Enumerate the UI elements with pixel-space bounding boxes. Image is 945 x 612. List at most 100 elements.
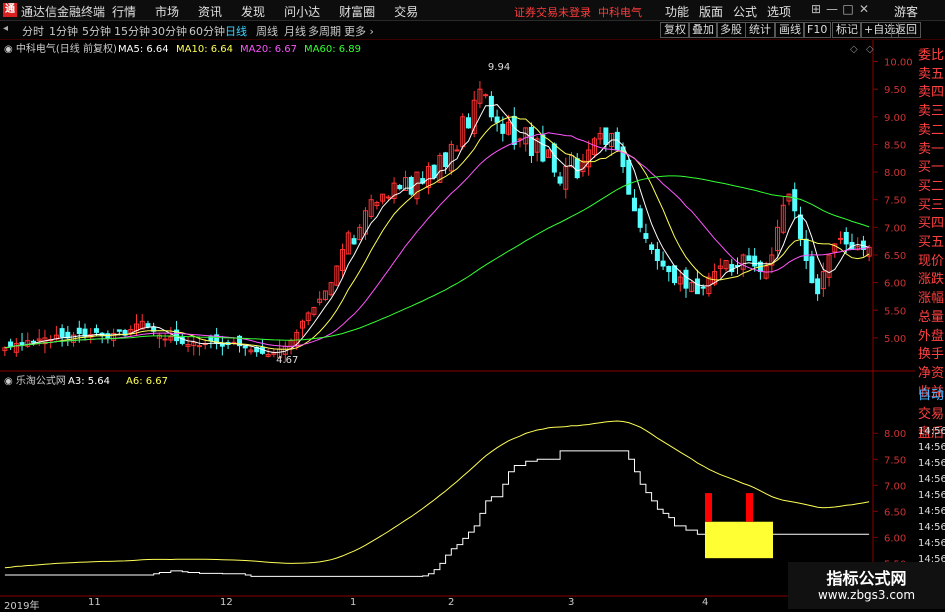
panel-item-15[interactable]: 外盘 [918, 325, 944, 344]
menu-bar: 通 通达信金融终端 行情 市场 资讯 发现 问小达 财富圈 交易 证券交易未登录 中科电气 … [0, 0, 945, 21]
period-tab-6[interactable]: 日线 [225, 23, 247, 39]
panel-item-2[interactable]: 卖四 [918, 81, 944, 100]
panel-time-0: 14:56 [918, 426, 945, 437]
period-tab-9[interactable]: 多周期 [308, 23, 341, 39]
app-title: 通达信金融终端 [21, 5, 106, 19]
panel-item-8[interactable]: 买三 [918, 194, 944, 213]
ma10-line [4, 116, 870, 350]
signal-red-bar-1 [705, 493, 712, 522]
panel-item-0[interactable]: 委比 [918, 44, 944, 63]
panel-item-16[interactable]: 换手 [918, 343, 944, 362]
candle-body-94 [540, 134, 546, 162]
close-icon[interactable]: ✕ [856, 2, 872, 16]
candle-body-100 [574, 158, 580, 179]
price-tick-9: 5.50 [884, 306, 906, 317]
panel-item-10[interactable]: 买五 [918, 231, 944, 250]
period-tab-3[interactable]: 15分钟 [114, 23, 150, 39]
panel-item-5[interactable]: 卖一 [918, 138, 944, 157]
menu-market[interactable]: 市场 [155, 3, 179, 20]
panel-time-4: 14:56 [918, 490, 945, 501]
period-tab-0[interactable]: 分时 [22, 23, 44, 39]
panel-item-17[interactable]: 净资 [918, 362, 944, 381]
panel-item-9[interactable]: 买四 [918, 212, 944, 231]
kline-chart[interactable]: 10.00 9.50 9.00 8.50 8.00 7.50 7.00 6.50 6.00 5.5… [0, 40, 915, 602]
price-tick-8: 6.00 [884, 279, 906, 290]
panel-lower-1[interactable]: 交易 [918, 403, 944, 422]
tool-button-6[interactable]: 标记 [832, 22, 862, 38]
menu-ask[interactable]: 问小达 [284, 3, 320, 20]
period-tab-8[interactable]: 月线 [284, 23, 306, 39]
menu-quotes[interactable]: 行情 [112, 3, 136, 20]
candle-body-114 [654, 248, 660, 262]
candle-body-142 [815, 278, 821, 295]
candle-body-119 [683, 269, 689, 289]
panel-item-13[interactable]: 涨幅 [918, 287, 944, 306]
minimize-icon[interactable]: — [824, 2, 840, 16]
panel-item-6[interactable]: 买一 [918, 156, 944, 175]
candle-body-115 [660, 260, 666, 267]
candle-body-67 [385, 196, 391, 199]
app-logo-icon: 通 [3, 3, 17, 17]
sub-tick-2: 7.00 [884, 481, 906, 492]
tool-button-4[interactable]: 画线 [775, 22, 805, 38]
period-tab-5[interactable]: 60分钟 [189, 23, 225, 39]
sub-pane-title: ◉ 乐淘公式网 [4, 374, 66, 387]
candle-body-141 [809, 256, 815, 284]
candle-body-110 [631, 197, 637, 212]
login-status[interactable]: 证券交易未登录 中科电气 [514, 4, 642, 20]
candle-body-81 [465, 117, 471, 129]
period-tab-2[interactable]: 5分钟 [82, 23, 111, 39]
candle-body-79 [454, 149, 460, 152]
menu-discover[interactable]: 发现 [241, 3, 265, 20]
period-tab-10[interactable]: 更多 › [344, 23, 374, 39]
price-tick-1: 9.50 [884, 85, 906, 96]
candle-body-105 [603, 127, 609, 145]
status-stock-name: 中科电气 [598, 6, 642, 19]
price-tick-10: 5.00 [884, 334, 906, 345]
menu-news[interactable]: 资讯 [198, 3, 222, 20]
main-pane-title: ◉ 中科电气(日线 前复权) [4, 42, 117, 55]
tool-button-3[interactable]: 统计 [745, 22, 775, 38]
sub-legend-0: A3: 5.64 [68, 376, 110, 387]
collapse-arrow-icon[interactable]: ◂ [3, 23, 8, 34]
candle-body-87 [500, 123, 506, 134]
signal-yellow-block [705, 521, 773, 559]
menu-wealth[interactable]: 财富圈 [339, 3, 375, 20]
panel-item-3[interactable]: 卖三 [918, 100, 944, 119]
panel-item-4[interactable]: 卖二 [918, 119, 944, 138]
menu-layout[interactable]: 版面 [699, 3, 723, 20]
restore-layout-icon[interactable]: ⊞ [808, 2, 824, 16]
sub-legend-1: A6: 6.67 [126, 376, 168, 387]
tool-button-1[interactable]: 叠加 [688, 22, 718, 38]
menu-trade[interactable]: 交易 [394, 3, 418, 20]
candle-body-85 [488, 95, 494, 118]
candle-body-96 [551, 143, 557, 173]
panel-time-1: 14:56 [918, 442, 945, 453]
ma60-line [4, 175, 870, 349]
menu-options[interactable]: 选项 [767, 3, 791, 20]
maximize-icon[interactable]: □ [840, 2, 856, 16]
ma-legend-0: MA5: 6.64 [118, 44, 169, 55]
panel-item-11[interactable]: 现价 [918, 250, 944, 269]
menu-function[interactable]: 功能 [665, 3, 689, 20]
candle-body-140 [803, 238, 809, 262]
period-tab-1[interactable]: 1分钟 [49, 23, 78, 39]
panel-item-1[interactable]: 卖五 [918, 63, 944, 82]
panel-item-14[interactable]: 总量 [918, 306, 944, 325]
guest-user[interactable]: 游客 [894, 3, 918, 20]
period-tab-4[interactable]: 30分钟 [151, 23, 187, 39]
panel-lower-0[interactable]: 自动 [918, 384, 944, 403]
menu-formula[interactable]: 公式 [733, 3, 757, 20]
panel-item-7[interactable]: 买二 [918, 175, 944, 194]
tool-button-5[interactable]: F10 [803, 22, 832, 38]
period-tab-7[interactable]: 周线 [256, 23, 278, 39]
candle-body-71 [408, 176, 414, 195]
main-menu: 行情 市场 资讯 发现 问小达 财富圈 交易 [112, 3, 437, 20]
tool-button-2[interactable]: 多股 [716, 22, 746, 38]
candle-body-111 [637, 208, 643, 228]
panel-item-12[interactable]: 涨跌 [918, 268, 944, 287]
tool-button-0[interactable]: 复权 [660, 22, 690, 38]
ma-legend-1: MA10: 6.64 [176, 44, 233, 55]
tool-button-8[interactable]: 返回 [891, 22, 921, 38]
panel-time-6: 14:56 [918, 522, 945, 533]
